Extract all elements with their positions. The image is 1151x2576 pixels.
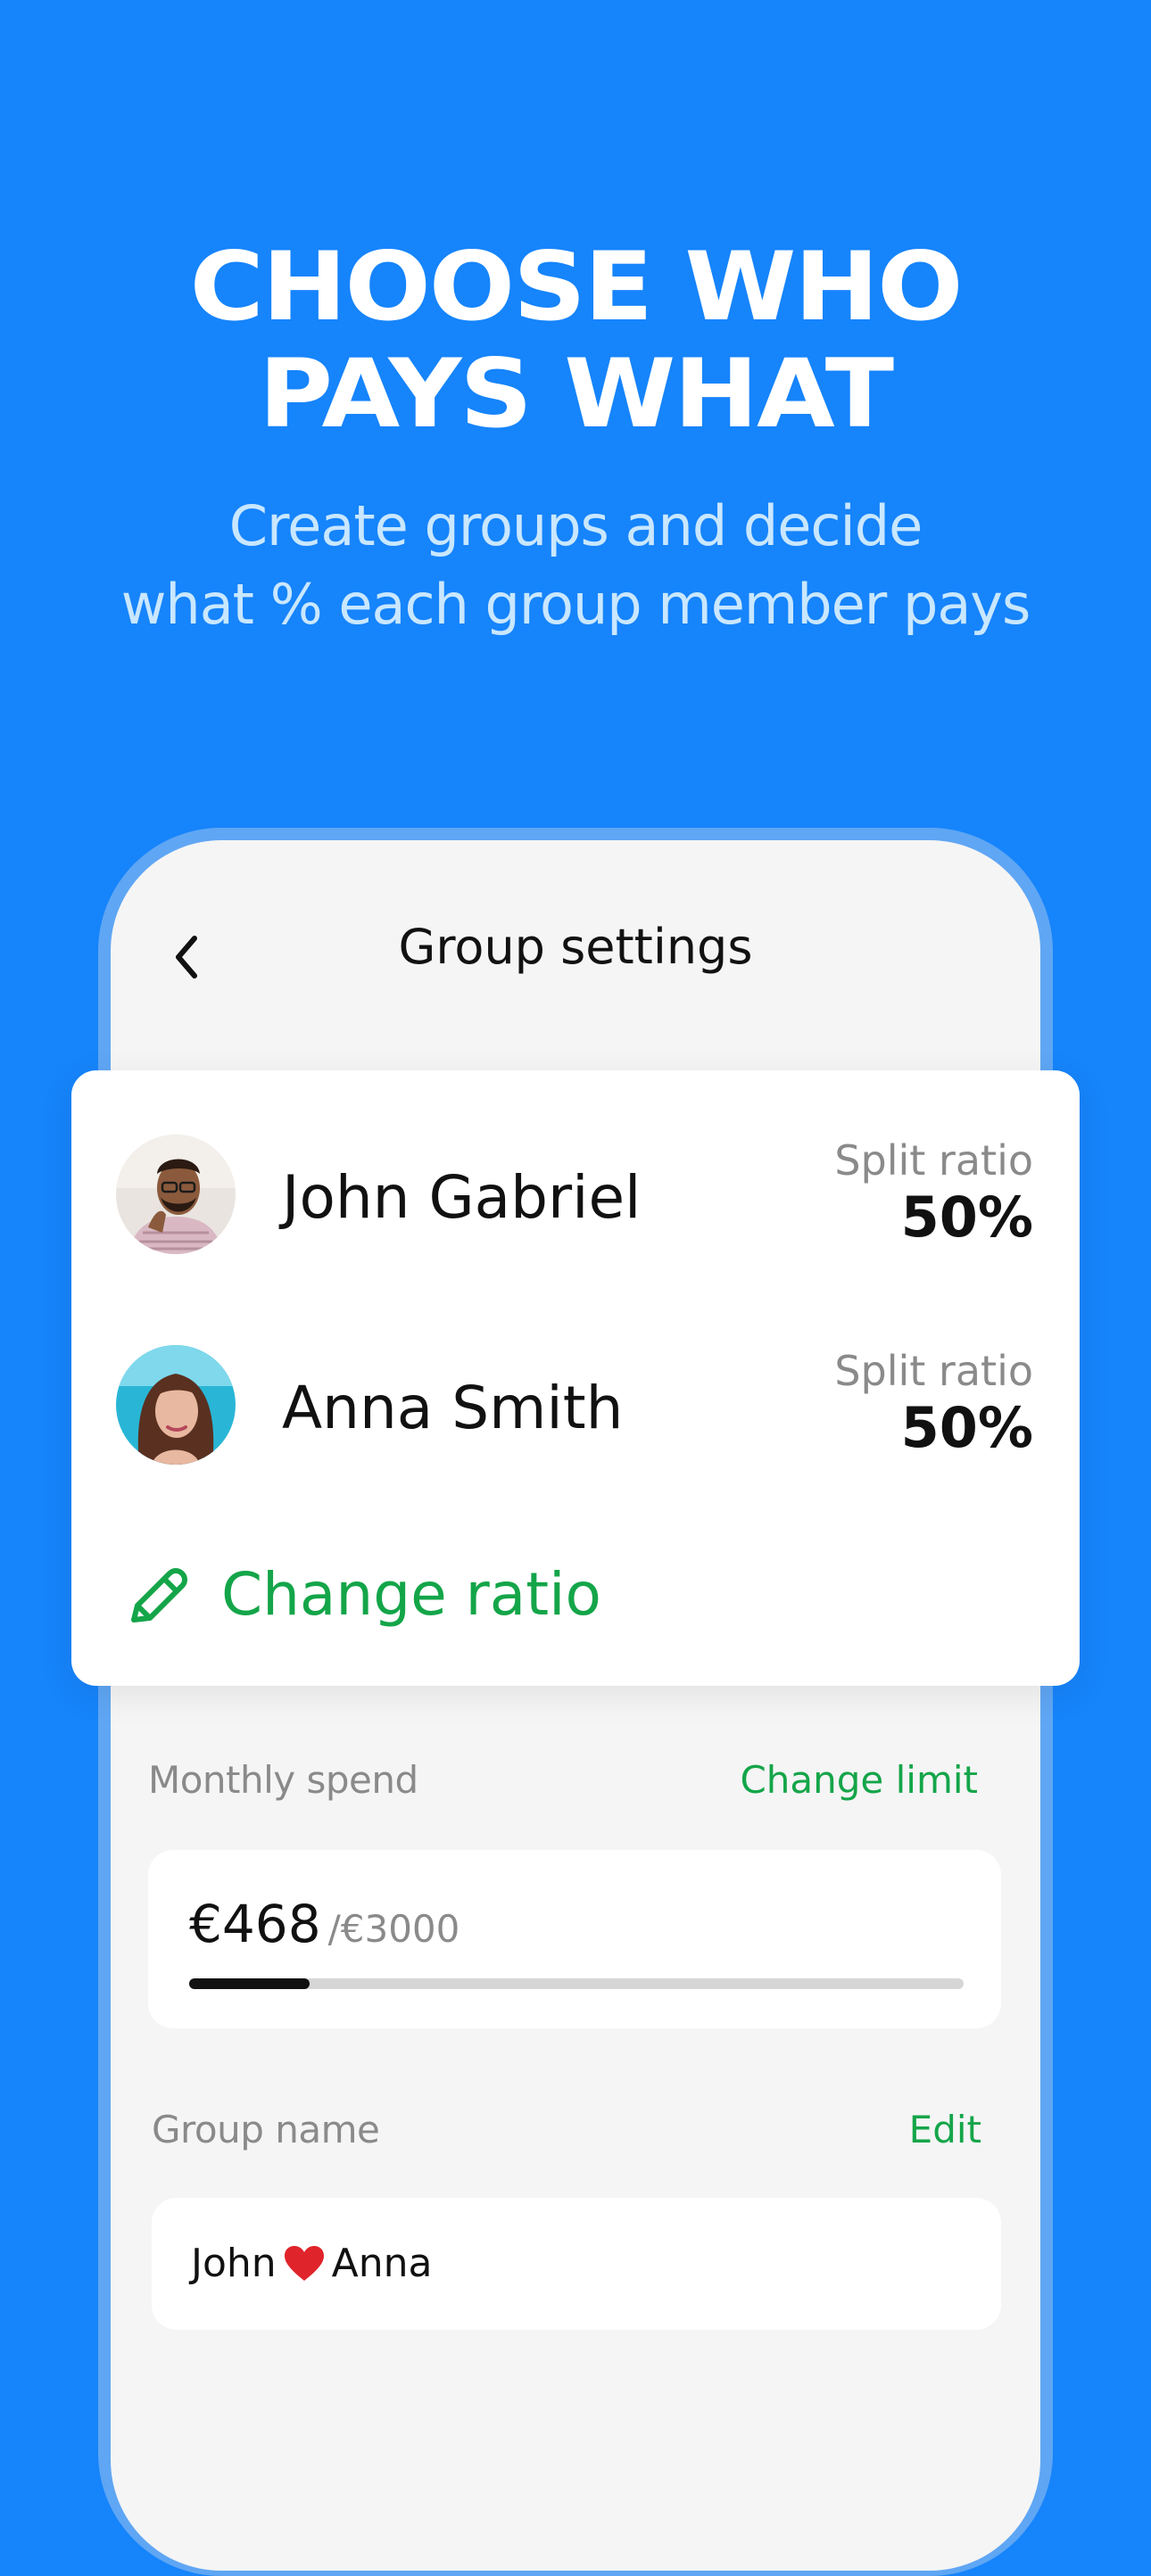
change-ratio-button[interactable]: Change ratio xyxy=(125,1550,601,1639)
split-ratio-value: 50% xyxy=(900,1395,1033,1460)
group-name-card: John Anna xyxy=(152,2198,1001,2330)
avatar-anna xyxy=(116,1345,236,1465)
member-name: Anna Smith xyxy=(282,1374,624,1442)
group-name-label: Group name xyxy=(152,2108,380,2151)
subheadline: Create groups and decide what % each gro… xyxy=(0,487,1151,644)
spend-current: €468 xyxy=(189,1894,321,1954)
change-limit-link[interactable]: Change limit xyxy=(740,1757,978,1804)
member-name: John Gabriel xyxy=(282,1163,642,1232)
subheadline-line-2: what % each group member pays xyxy=(120,572,1031,637)
monthly-spend-label: Monthly spend xyxy=(148,1758,418,1802)
group-name-value: John Anna xyxy=(191,2239,433,2289)
heart-icon xyxy=(284,2246,324,2281)
split-ratio-label: Split ratio xyxy=(834,1347,1033,1395)
avatar-john xyxy=(116,1135,236,1254)
member-row[interactable]: Anna Smith Split ratio 50% xyxy=(71,1342,1080,1475)
members-card: John Gabriel Split ratio 50% Anna Smith … xyxy=(71,1070,1080,1686)
spend-progress-fill xyxy=(189,1978,311,1989)
monthly-spend-card: €468 /€3000 xyxy=(148,1850,1001,2028)
headline-line-1: CHOOSE WHO xyxy=(189,232,964,342)
split-ratio-label: Split ratio xyxy=(834,1136,1033,1185)
pencil-icon xyxy=(131,1568,187,1622)
split-ratio-value: 50% xyxy=(900,1185,1033,1250)
spend-amount: €468 /€3000 xyxy=(189,1893,460,1955)
group-name-part-1: John xyxy=(191,2241,277,2286)
group-name-part-2: Anna xyxy=(331,2241,433,2286)
headline-line-2: PAYS WHAT xyxy=(258,339,894,449)
member-row[interactable]: John Gabriel Split ratio 50% xyxy=(71,1131,1080,1265)
headline: CHOOSE WHO PAYS WHAT xyxy=(0,234,1151,448)
subheadline-line-1: Create groups and decide xyxy=(228,493,923,558)
edit-group-name-link[interactable]: Edit xyxy=(909,2107,981,2153)
change-ratio-label: Change ratio xyxy=(221,1560,601,1629)
screen-title: Group settings xyxy=(398,919,753,975)
spend-limit: /€3000 xyxy=(327,1907,460,1951)
spend-progress-bar xyxy=(189,1978,964,1989)
